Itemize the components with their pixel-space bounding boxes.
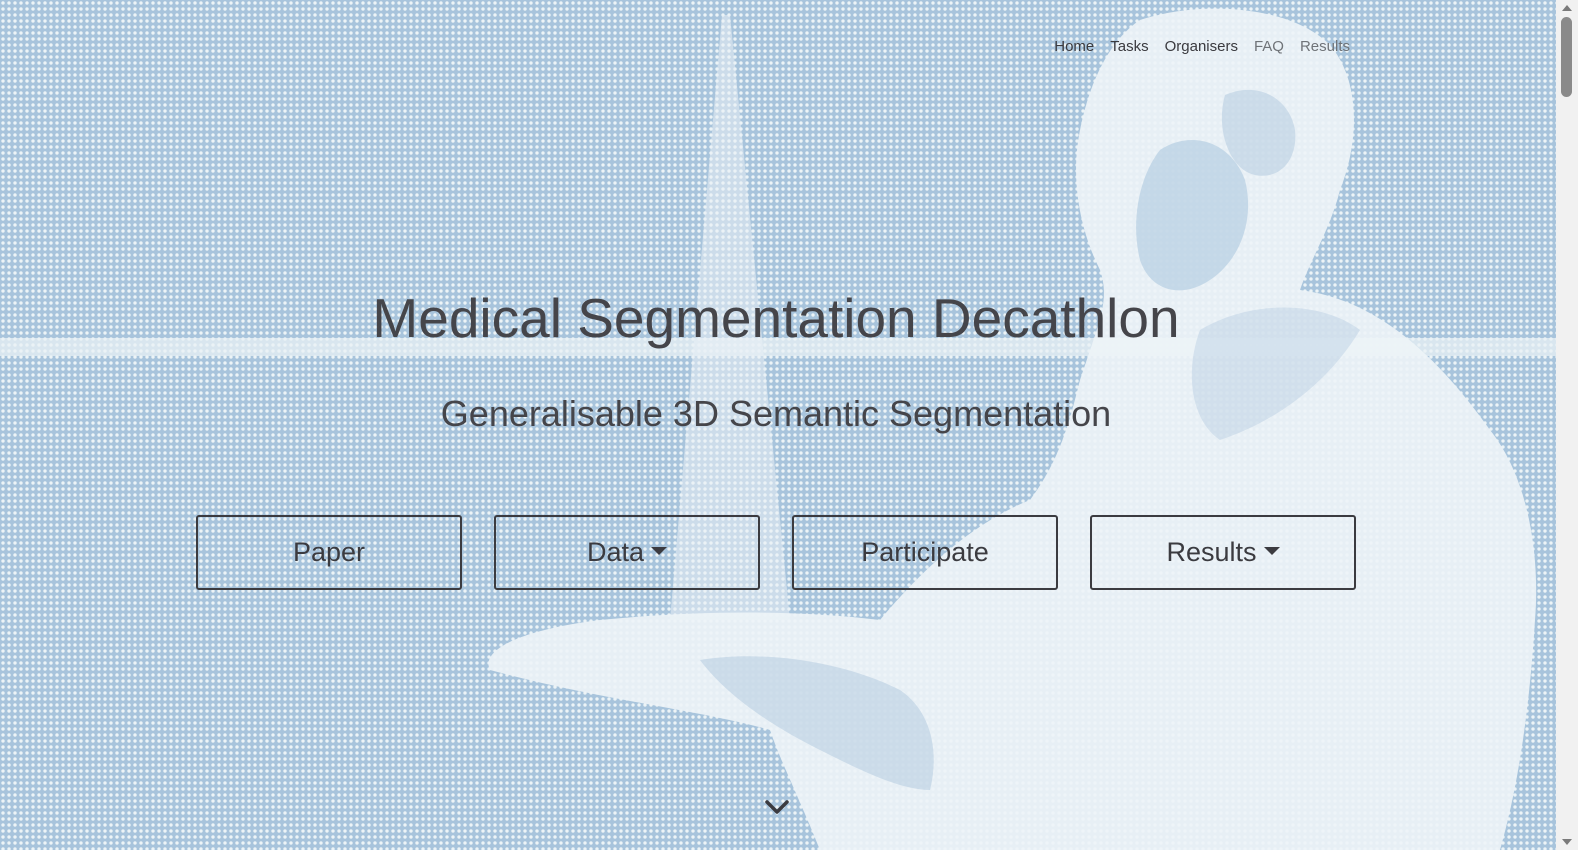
results-button-label: Results (1166, 537, 1257, 567)
page: Home Tasks Organisers FAQ Results Medica… (0, 0, 1578, 850)
participate-button-label: Participate (861, 537, 989, 567)
vertical-scrollbar[interactable] (1556, 0, 1578, 850)
caret-down-icon (1263, 546, 1280, 555)
nav-tasks-link[interactable]: Tasks (1110, 38, 1148, 55)
nav-faq-link[interactable]: FAQ (1254, 38, 1284, 55)
data-button-label: Data (586, 537, 645, 567)
paper-button[interactable]: Paper (196, 515, 462, 590)
scroll-down-arrow-icon[interactable] (1562, 839, 1572, 845)
nav-organisers-link[interactable]: Organisers (1165, 38, 1238, 55)
nav-home-link[interactable]: Home (1054, 38, 1094, 55)
data-dropdown-button[interactable]: Data (494, 515, 760, 590)
scrollbar-thumb[interactable] (1561, 17, 1572, 97)
top-navigation: Home Tasks Organisers FAQ Results (1054, 38, 1350, 55)
chevron-down-icon[interactable] (764, 796, 790, 818)
caret-down-icon (651, 546, 668, 555)
paper-button-label: Paper (292, 537, 366, 567)
page-title: Medical Segmentation Decathlon (372, 287, 1180, 349)
results-dropdown-button[interactable]: Results (1090, 515, 1356, 590)
scroll-up-arrow-icon[interactable] (1562, 5, 1572, 11)
page-subtitle: Generalisable 3D Semantic Segmentation (440, 393, 1112, 434)
nav-results-link[interactable]: Results (1300, 38, 1350, 55)
participate-button[interactable]: Participate (792, 515, 1058, 590)
